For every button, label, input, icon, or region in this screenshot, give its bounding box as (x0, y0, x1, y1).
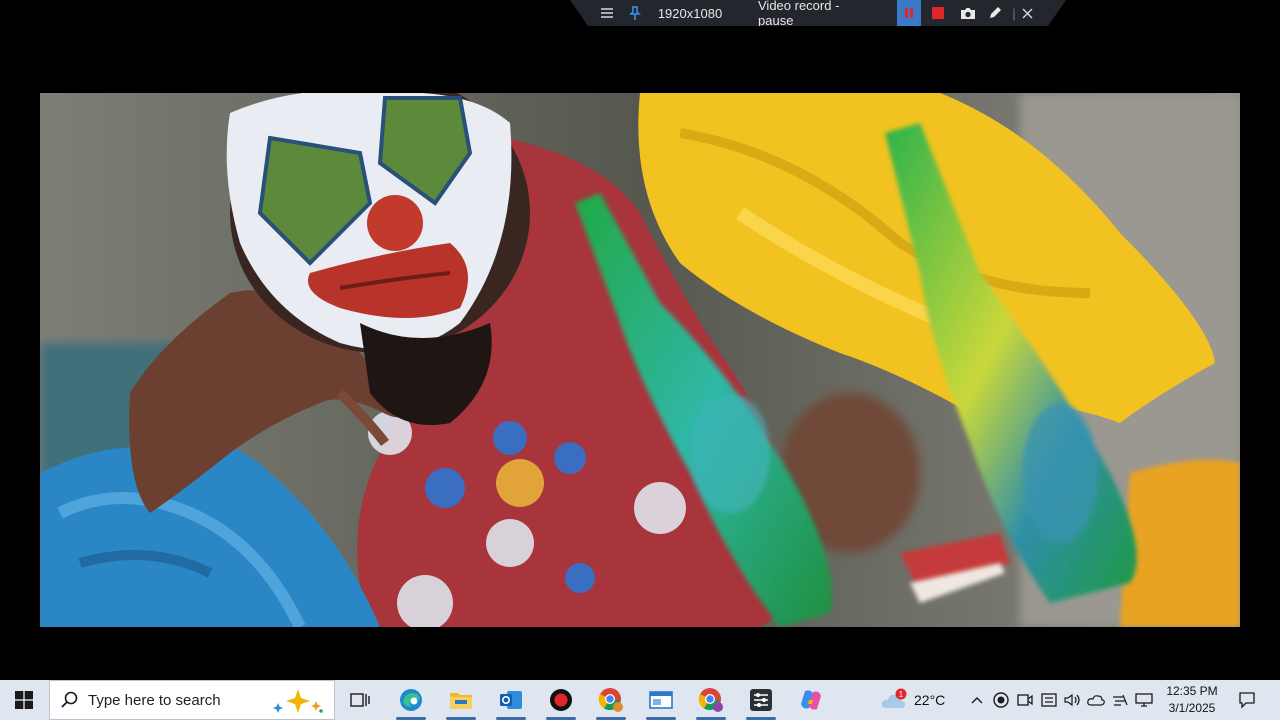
system-clock[interactable]: 12:35 PM 3/1/2025 (1160, 680, 1224, 720)
clock-date: 3/1/2025 (1168, 701, 1216, 715)
weather-widget[interactable]: 1 22°C (880, 680, 960, 720)
video-frame[interactable] (40, 93, 1240, 627)
search-placeholder: Type here to search (88, 691, 221, 709)
onedrive-icon[interactable] (1085, 680, 1107, 720)
outlook-icon[interactable] (488, 680, 534, 720)
folder-icon[interactable] (438, 680, 484, 720)
video-scene (40, 93, 1240, 627)
edge-browser-icon[interactable] (388, 680, 434, 720)
meet-icon[interactable] (1014, 680, 1036, 720)
resolution-label: 1920x1080 (657, 5, 723, 21)
hamburger-menu-icon[interactable] (598, 0, 616, 26)
copilot-icon[interactable] (788, 680, 834, 720)
chevron-up-icon[interactable] (966, 680, 988, 720)
record-icon[interactable] (538, 680, 584, 720)
notification-icon[interactable] (1234, 680, 1260, 720)
clock-time: 12:35 PM (1166, 684, 1218, 698)
taskbar: Type here to search 1 22°C 12:35 PM 3/1/… (0, 680, 1280, 720)
record-tray-icon[interactable] (990, 680, 1012, 720)
chrome-icon[interactable] (588, 680, 634, 720)
chrome-icon[interactable] (688, 680, 734, 720)
settings-sliders-icon[interactable] (738, 680, 784, 720)
pause-button[interactable] (897, 0, 921, 26)
window-app-icon[interactable] (638, 680, 684, 720)
stop-button[interactable] (927, 0, 949, 26)
cloud-icon: 1 (881, 688, 907, 708)
close-icon[interactable] (1017, 0, 1037, 26)
recorder-toolbar: 1920x1080 Video record - pause | (570, 0, 1066, 26)
pen-icon[interactable] (984, 0, 1006, 26)
search-input[interactable]: Type here to search (49, 680, 335, 720)
network-icon[interactable] (1109, 680, 1131, 720)
task-view-icon[interactable] (337, 680, 383, 720)
recording-status: Video record - pause (758, 0, 840, 28)
desktop-screen: 1920x1080 Video record - pause | Type he… (0, 0, 1280, 720)
windows-start-icon[interactable] (0, 680, 48, 720)
temperature-label: 22°C (914, 692, 946, 708)
search-icon (61, 691, 78, 708)
display-icon[interactable] (1133, 680, 1155, 720)
sparkle-icon[interactable] (270, 689, 326, 713)
weather-badge: 1 (899, 690, 904, 699)
camera-icon[interactable] (957, 0, 979, 26)
keyboard-icon[interactable] (1038, 680, 1060, 720)
speaker-icon[interactable] (1061, 680, 1083, 720)
pin-icon[interactable] (626, 0, 644, 26)
